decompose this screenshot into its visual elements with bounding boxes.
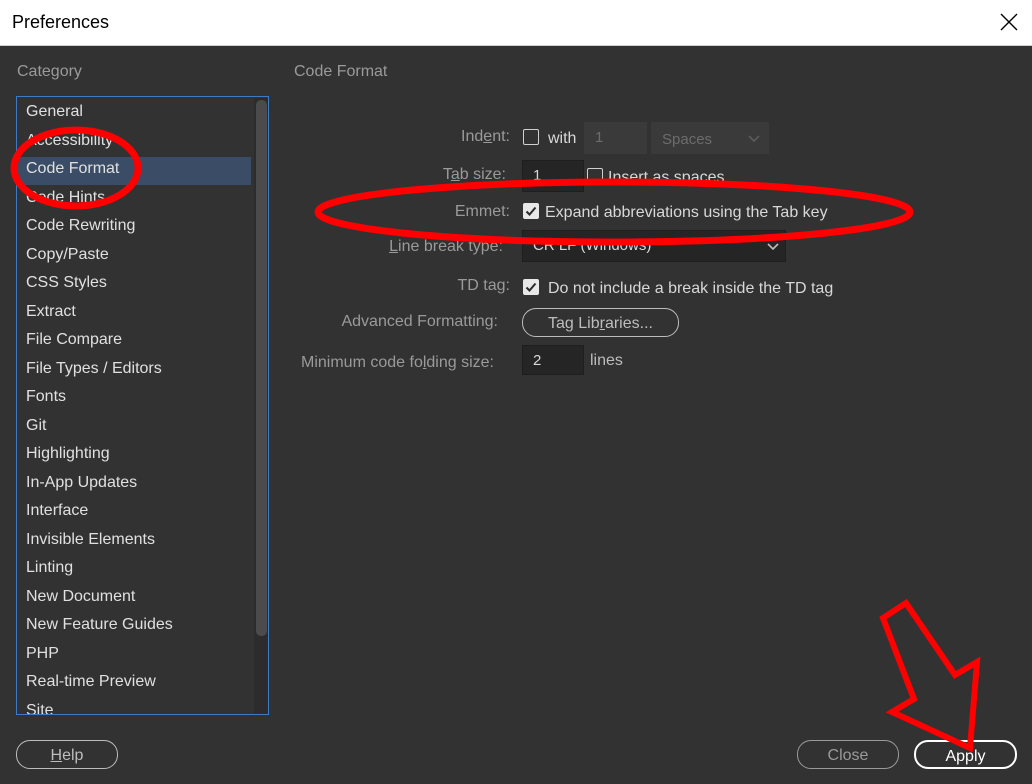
category-item-copy-paste[interactable]: Copy/Paste bbox=[17, 243, 251, 271]
emmet-checkbox-label: Expand abbreviations using the Tab key bbox=[545, 204, 828, 221]
chevron-down-icon bbox=[748, 135, 760, 143]
checkmark-icon bbox=[525, 282, 537, 292]
category-item-fonts[interactable]: Fonts bbox=[17, 385, 251, 413]
category-item-site[interactable]: Site bbox=[17, 699, 251, 715]
category-item-git[interactable]: Git bbox=[17, 414, 251, 442]
category-item-real-time-preview[interactable]: Real-time Preview bbox=[17, 670, 251, 698]
indent-size-field[interactable]: 1 bbox=[584, 122, 647, 154]
indent-label: Indent: bbox=[461, 128, 510, 145]
help-button[interactable]: Help bbox=[16, 740, 118, 769]
td-tag-checkbox[interactable] bbox=[523, 279, 539, 295]
emmet-label: Emmet: bbox=[454, 203, 510, 220]
category-item-new-feature-guides[interactable]: New Feature Guides bbox=[17, 613, 251, 641]
category-item-invisible-elements[interactable]: Invisible Elements bbox=[17, 528, 251, 556]
indent-checkbox[interactable] bbox=[523, 129, 539, 145]
category-item-php[interactable]: PHP bbox=[17, 642, 251, 670]
category-item-linting[interactable]: Linting bbox=[17, 556, 251, 584]
category-item-general[interactable]: General bbox=[17, 100, 251, 128]
category-heading: Category bbox=[17, 63, 82, 80]
tab-size-field[interactable]: 1 bbox=[522, 160, 584, 192]
category-item-highlighting[interactable]: Highlighting bbox=[17, 442, 251, 470]
category-item-accessibility[interactable]: Accessibility bbox=[17, 129, 251, 157]
td-tag-label: TD tag: bbox=[457, 277, 510, 294]
insert-spaces-checkbox[interactable] bbox=[587, 168, 603, 184]
category-item-extract[interactable]: Extract bbox=[17, 300, 251, 328]
folding-unit-label: lines bbox=[590, 352, 623, 369]
emmet-checkbox[interactable] bbox=[523, 203, 539, 219]
panel-heading: Code Format bbox=[294, 63, 388, 80]
folding-size-field[interactable]: 2 bbox=[522, 345, 584, 375]
td-tag-checkbox-label: Do not include a break inside the TD tag bbox=[548, 280, 834, 297]
window-title: Preferences bbox=[12, 12, 110, 32]
annotation-arrow-icon bbox=[879, 598, 981, 753]
category-item-interface[interactable]: Interface bbox=[17, 499, 251, 527]
chevron-down-icon bbox=[767, 243, 779, 251]
category-scrollbar[interactable] bbox=[254, 98, 268, 714]
category-item-code-rewriting[interactable]: Code Rewriting bbox=[17, 214, 251, 242]
category-item-code-format[interactable]: Code Format bbox=[17, 157, 251, 185]
close-icon bbox=[1000, 13, 1018, 31]
window-close-button[interactable] bbox=[986, 0, 1032, 45]
category-item-in-app-updates[interactable]: In-App Updates bbox=[17, 471, 251, 499]
category-item-new-document[interactable]: New Document bbox=[17, 585, 251, 613]
apply-button[interactable]: Apply bbox=[914, 740, 1017, 769]
line-break-label: Line break type: bbox=[389, 238, 503, 255]
indent-unit-select[interactable]: Spaces bbox=[651, 122, 769, 154]
tab-size-label: Tab size: bbox=[442, 166, 506, 183]
close-button[interactable]: Close bbox=[797, 740, 899, 769]
line-break-select[interactable]: CR LF (Windows) bbox=[522, 230, 786, 262]
category-list[interactable]: General Accessibility Code Format Code Hint… bbox=[16, 96, 269, 715]
advanced-formatting-label: Advanced Formatting: bbox=[341, 313, 498, 330]
insert-spaces-label: Insert as spaces bbox=[608, 169, 725, 186]
category-item-file-compare[interactable]: File Compare bbox=[17, 328, 251, 356]
checkmark-icon bbox=[525, 206, 537, 216]
folding-size-label: Minimum code folding size: bbox=[301, 354, 494, 371]
indent-unit-value: Spaces bbox=[662, 131, 713, 148]
scroll-thumb[interactable] bbox=[256, 100, 267, 636]
indent-with-label: with bbox=[548, 130, 577, 147]
category-item-file-types-editors[interactable]: File Types / Editors bbox=[17, 357, 251, 385]
category-item-css-styles[interactable]: CSS Styles bbox=[17, 271, 251, 299]
category-item-code-hints[interactable]: Code Hints bbox=[17, 186, 251, 214]
tag-libraries-button[interactable]: Tag Libraries... bbox=[522, 308, 679, 337]
line-break-value: CR LF (Windows) bbox=[533, 237, 652, 254]
title-bar: Preferences bbox=[0, 0, 1032, 46]
